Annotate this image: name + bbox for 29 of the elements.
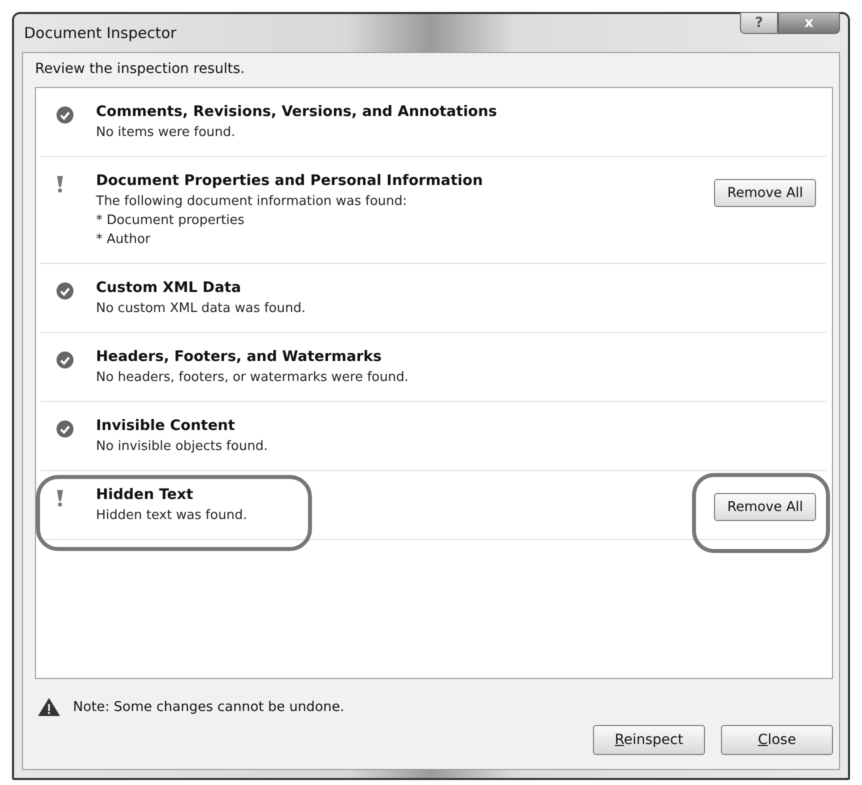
exclamation-icon [56, 175, 64, 193]
remove-all-button[interactable]: Remove All [714, 179, 816, 207]
exclamation-icon [56, 489, 64, 507]
result-text: * Author [96, 231, 152, 249]
check-icon [56, 106, 74, 124]
result-title: Document Properties and Personal Information [96, 173, 484, 189]
result-text: The following document information was found: [96, 193, 408, 211]
reinspect-button[interactable]: Reinspect [593, 725, 705, 755]
result-text: No invisible objects found. [96, 438, 269, 456]
result-text: No items were found. [96, 124, 236, 142]
instruction-text: Review the inspection results. [35, 61, 246, 77]
help-button[interactable]: ? [740, 12, 778, 34]
result-title: Custom XML Data [96, 280, 242, 296]
result-title: Invisible Content [96, 418, 236, 434]
result-title: Headers, Footers, and Watermarks [96, 349, 383, 365]
check-icon [56, 282, 74, 300]
result-title: Comments, Revisions, Versions, and Annotations [96, 104, 498, 120]
window-title: Document Inspector [23, 24, 176, 42]
result-title: Hidden Text [96, 487, 194, 503]
check-icon [56, 420, 74, 438]
result-text: No headers, footers, or watermarks were found. [96, 369, 410, 387]
result-text: No custom XML data was found. [96, 300, 307, 318]
remove-all-button[interactable]: Remove All [714, 493, 816, 521]
result-text: * Document properties [96, 212, 246, 230]
close-dialog-button[interactable]: Close [721, 725, 833, 755]
result-text: Hidden text was found. [96, 507, 248, 525]
warning-icon [37, 697, 61, 717]
check-icon [56, 351, 74, 369]
note-text: Note: Some changes cannot be undone. [73, 699, 344, 715]
